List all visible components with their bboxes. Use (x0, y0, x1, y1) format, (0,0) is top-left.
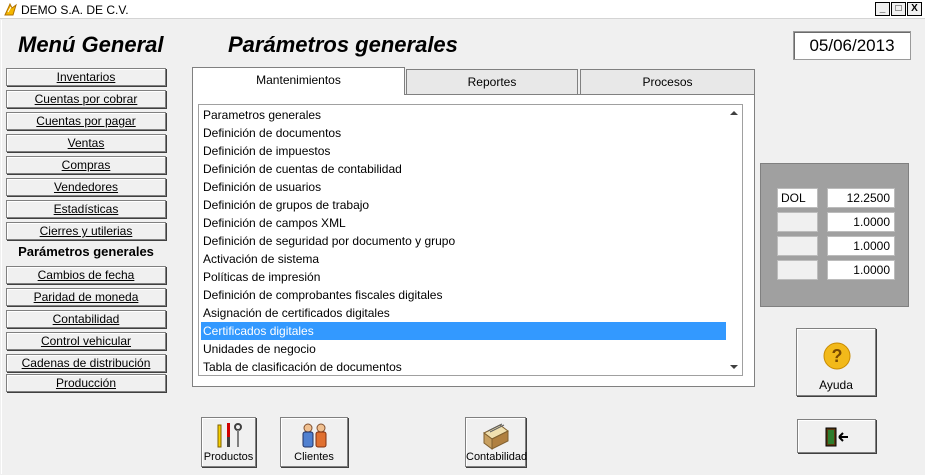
clients-label: Clientes (294, 451, 334, 463)
title-bar: DEMO S.A. DE C.V. _ □ X (0, 0, 925, 19)
sidebar-item-cuentas-por-cobrar[interactable]: Cuentas por cobrar (6, 90, 166, 108)
date-display: 05/06/2013 (793, 31, 911, 60)
scroll-up-icon[interactable] (730, 111, 738, 115)
list-item[interactable]: Asignación de certificados digitales (201, 304, 726, 322)
clients-button[interactable]: Clientes (280, 417, 348, 467)
exit-button[interactable] (797, 419, 876, 453)
sidebar-item-cadenas-de-distribucion[interactable]: Cadenas de distribución (6, 354, 166, 372)
rate-value: 12.2500 (827, 188, 895, 208)
products-label: Productos (203, 451, 254, 463)
list-item-selected[interactable]: Certificados digitales (201, 322, 726, 340)
sidebar-item-ventas[interactable]: Ventas (6, 134, 166, 152)
list-item[interactable]: Definición de comprobantes fiscales digi… (201, 286, 726, 304)
parameters-list[interactable]: Parametros generales Definición de docum… (198, 104, 743, 376)
rate-currency: DOL (777, 188, 818, 208)
tools-icon (217, 423, 242, 448)
list-item[interactable]: Unidades de negocio (201, 340, 726, 358)
list-item[interactable]: Definición de grupos de trabajo (201, 196, 726, 214)
help-label: Ayuda (819, 378, 853, 392)
maximize-button[interactable]: □ (891, 2, 906, 16)
file-box-icon (483, 423, 509, 450)
list-item[interactable]: Definición de campos XML (201, 214, 726, 232)
list-item[interactable]: Definición de documentos (201, 124, 726, 142)
sidebar-item-cambios-de-fecha[interactable]: Cambios de fecha (6, 266, 166, 284)
window-title: DEMO S.A. DE C.V. (21, 3, 129, 17)
list-item[interactable]: Políticas de impresión (201, 268, 726, 286)
tab-procesos[interactable]: Procesos (580, 69, 755, 94)
scroll-down-icon[interactable] (730, 365, 738, 369)
list-scrollbar[interactable] (726, 105, 742, 375)
list-item[interactable]: Definición de seguridad por documento y … (201, 232, 726, 250)
list-item[interactable]: Definición de cuentas de contabilidad (201, 160, 726, 178)
sidebar-item-estadisticas[interactable]: Estadísticas (6, 200, 166, 218)
accounting-button[interactable]: Contabilidad (465, 417, 528, 467)
close-button[interactable]: X (907, 2, 922, 16)
question-icon: ? (823, 342, 851, 370)
rate-currency (777, 260, 818, 280)
sidebar-item-inventarios[interactable]: Inventarios (6, 68, 166, 86)
menu-heading: Menú General (18, 32, 164, 57)
products-button[interactable]: Productos (201, 417, 256, 467)
rate-currency (777, 212, 818, 232)
list-item[interactable]: Activación de sistema (201, 250, 726, 268)
sidebar-item-paridad-de-moneda[interactable]: Paridad de moneda (6, 288, 166, 306)
list-item[interactable]: Parametros generales (201, 106, 726, 124)
svg-text:?: ? (832, 346, 843, 366)
sidebar-item-produccion[interactable]: Producción (6, 374, 166, 392)
sidebar-item-parametros-generales[interactable]: Parámetros generales (6, 244, 166, 262)
list-item[interactable]: Tabla de clasificación de documentos (201, 358, 726, 376)
rate-value: 1.0000 (827, 236, 895, 256)
sidebar-item-control-vehicular[interactable]: Control vehicular (6, 332, 166, 350)
sidebar-item-cuentas-por-pagar[interactable]: Cuentas por pagar (6, 112, 166, 130)
rate-currency (777, 236, 818, 256)
rate-value: 1.0000 (827, 260, 895, 280)
sidebar-item-contabilidad[interactable]: Contabilidad (6, 310, 166, 328)
tab-reportes[interactable]: Reportes (406, 69, 578, 94)
tab-mantenimientos[interactable]: Mantenimientos (192, 67, 405, 95)
page-title: Parámetros generales (228, 32, 458, 57)
sidebar-item-compras[interactable]: Compras (6, 156, 166, 174)
list-item[interactable]: Definición de usuarios (201, 178, 726, 196)
help-button[interactable]: ? Ayuda (796, 328, 876, 396)
minimize-button[interactable]: _ (875, 2, 890, 16)
accounting-label: Contabilidad (466, 451, 528, 463)
sidebar-item-cierres[interactable]: Cierres y utilerias (6, 222, 166, 240)
list-item[interactable]: Definición de impuestos (201, 142, 726, 160)
rate-value: 1.0000 (827, 212, 895, 232)
sidebar-item-vendedores[interactable]: Vendedores (6, 178, 166, 196)
exchange-rates-panel: DOL 12.2500 1.0000 1.0000 1.0000 (760, 163, 909, 307)
people-icon (302, 423, 327, 448)
app-logo-icon (4, 2, 17, 16)
exit-door-icon (825, 427, 848, 447)
